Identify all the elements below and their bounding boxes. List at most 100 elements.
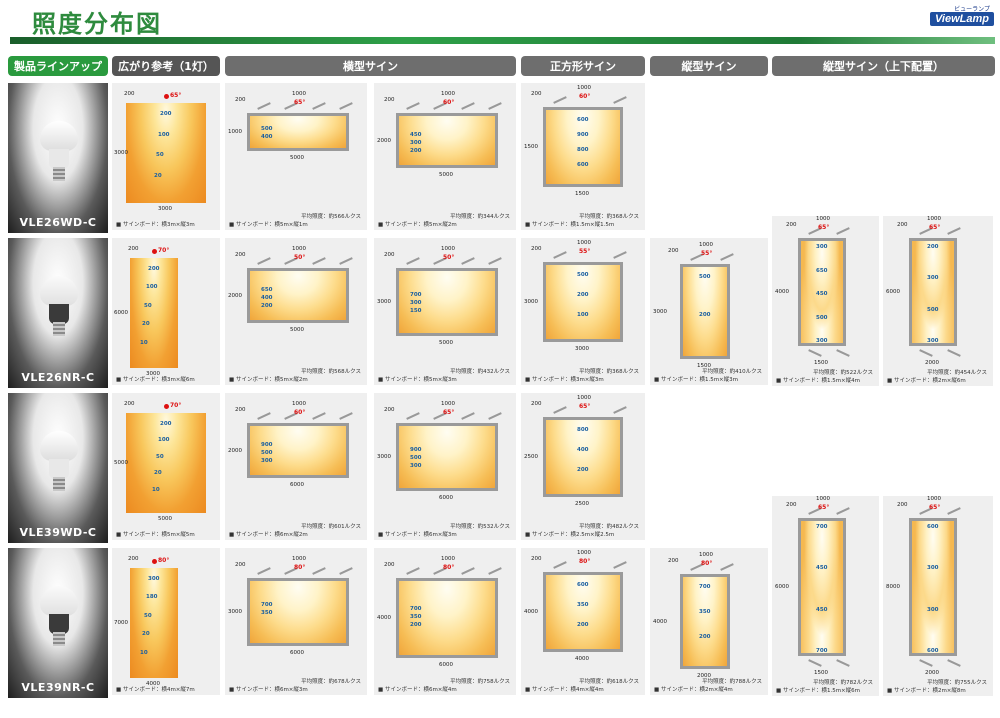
lamp-arm [808, 349, 822, 357]
illuminance-level: 500 [699, 274, 711, 280]
sign-cell-h: 80° 1000 200 3000 6000 700350 平均照度：約678ルクスサインボ… [225, 548, 367, 695]
bulb-neck [49, 614, 69, 634]
sign-board-caption: サインボード：横5m×縦5m [116, 530, 195, 538]
lamp-arm [488, 412, 502, 420]
spread-width: 5000 [158, 516, 172, 522]
lamp-arm [947, 507, 961, 515]
lamp-spacing: 1000 [292, 91, 306, 97]
lamp-offset: 200 [384, 562, 395, 568]
bulb-image [40, 431, 78, 495]
sign-height: 4000 [377, 615, 391, 621]
lamp-offset: 200 [235, 562, 246, 568]
lamp-spacing: 1000 [927, 216, 941, 222]
sign-height: 4000 [775, 289, 789, 295]
lamp-arm [613, 406, 627, 414]
average-illuminance: 平均照度：約454ルクス [927, 370, 987, 376]
spread-distance: 200 [124, 91, 135, 97]
beam-angle: 65° [818, 224, 830, 231]
lamp-arm [613, 561, 627, 569]
sign-cell-tb: 65° 1000 200 6000 2000 200 300 500 300 平均照度：約454ル… [883, 216, 993, 386]
sign-height: 1500 [524, 144, 538, 150]
illuminance-level: 150 [410, 307, 422, 314]
sign-board-caption: サインボード：横4m×縦7m [116, 685, 195, 693]
sign-cell-tb: 65° 1000 200 8000 2000 600 300 300 600 平均照度：約755ル… [883, 496, 993, 696]
product-name: VLE39WD-C [19, 526, 97, 539]
lamp-arm [836, 227, 850, 235]
product-name: VLE39NR-C [21, 681, 95, 694]
illuminance-level: 300 [410, 140, 422, 147]
beam-angle: 65° [579, 403, 591, 410]
lamp-spacing: 1000 [577, 395, 591, 401]
illuminance-level: 300 [410, 299, 422, 306]
illuminance-level: 500 [261, 126, 273, 133]
illuminance-level: 600 [927, 524, 939, 530]
sign-width: 2000 [925, 670, 939, 676]
sign-board-caption: サインボード：横1.5m×縦1.5m [525, 220, 614, 228]
lamp-arm [488, 567, 502, 575]
lamp-offset: 200 [786, 222, 797, 228]
illuminance-level: 350 [410, 614, 422, 620]
average-illuminance: 平均照度：約678ルクス [301, 679, 361, 685]
sign-board-caption: サインボード：横3m×縦6m [116, 375, 195, 383]
illuminance-level: 300 [816, 244, 828, 250]
illuminance-level: 700 [261, 601, 273, 608]
illuminance-level: 200 [160, 421, 172, 427]
lamp-offset: 200 [235, 97, 246, 103]
sign-width: 1500 [814, 670, 828, 676]
sign-height: 3000 [653, 308, 667, 315]
logo-en: ViewLamp [930, 12, 994, 26]
spread-angle: 70° [170, 402, 182, 409]
bulb-cap [53, 322, 65, 336]
sign-width: 5000 [290, 155, 304, 161]
average-illuminance: 平均照度：約344ルクス [450, 214, 510, 220]
illuminance-level: 450 [816, 291, 828, 297]
sign-board-caption: サインボード：横1.5m×縦4m [776, 376, 860, 384]
lamp-spacing: 1000 [441, 246, 455, 252]
sign-height: 8000 [886, 584, 900, 590]
sign-width: 6000 [290, 482, 304, 488]
sign-width: 2500 [575, 501, 589, 507]
sign-board-caption: サインボード：横1.5m×縦6m [776, 686, 860, 694]
illuminance-level: 200 [699, 634, 711, 640]
lamp-spacing: 1000 [577, 240, 591, 246]
illuminance-level: 350 [699, 609, 711, 615]
lamp-arm [553, 251, 567, 259]
sign-board-caption: サインボード：横2m×縦8m [887, 686, 966, 694]
lamp-spacing: 1000 [441, 556, 455, 562]
illuminance-level: 200 [410, 622, 422, 628]
beam-angle: 50° [443, 254, 455, 261]
sign-height: 2000 [228, 292, 242, 299]
lamp-spacing: 1000 [699, 242, 713, 248]
lamp-spacing: 1000 [441, 91, 455, 97]
illuminance-level: 700 [410, 606, 422, 612]
lamp-arm [488, 102, 502, 110]
product-name: VLE26WD-C [19, 216, 97, 229]
bulb-neck [49, 459, 69, 479]
lamp-spacing: 1000 [816, 496, 830, 502]
illuminance-level: 200 [577, 467, 589, 473]
sign-height: 4000 [653, 618, 667, 625]
spread-angle: 65° [170, 92, 182, 99]
sign-height: 2000 [377, 137, 391, 144]
sign-board-caption: サインボード：横1.5m×縦3m [654, 375, 738, 383]
sign-width: 5000 [439, 340, 453, 346]
product-card: VLE39WD-C [8, 393, 108, 543]
lamp-arm [808, 659, 822, 667]
illuminance-level: 500 [577, 272, 589, 278]
header-square: 正方形サイン [521, 56, 645, 76]
bulb-image [40, 276, 78, 340]
sign-height: 3000 [377, 299, 391, 305]
lamp-arm [947, 349, 961, 357]
lamp-offset: 200 [668, 248, 679, 254]
illuminance-level: 10 [152, 486, 160, 493]
spread-width: 3000 [158, 206, 172, 212]
illuminance-level: 300 [261, 458, 273, 465]
spread-height: 7000 [114, 620, 128, 626]
illuminance-level: 800 [577, 147, 589, 153]
sign-width: 6000 [439, 662, 453, 668]
sign-width: 1500 [814, 360, 828, 366]
spread-height: 6000 [114, 310, 128, 316]
illuminance-level: 600 [577, 582, 589, 588]
lamp-arm [257, 412, 271, 420]
sign-cell-tb: 65° 1000 200 6000 1500 700 450 450 700 平均照度：約782ル… [772, 496, 879, 696]
